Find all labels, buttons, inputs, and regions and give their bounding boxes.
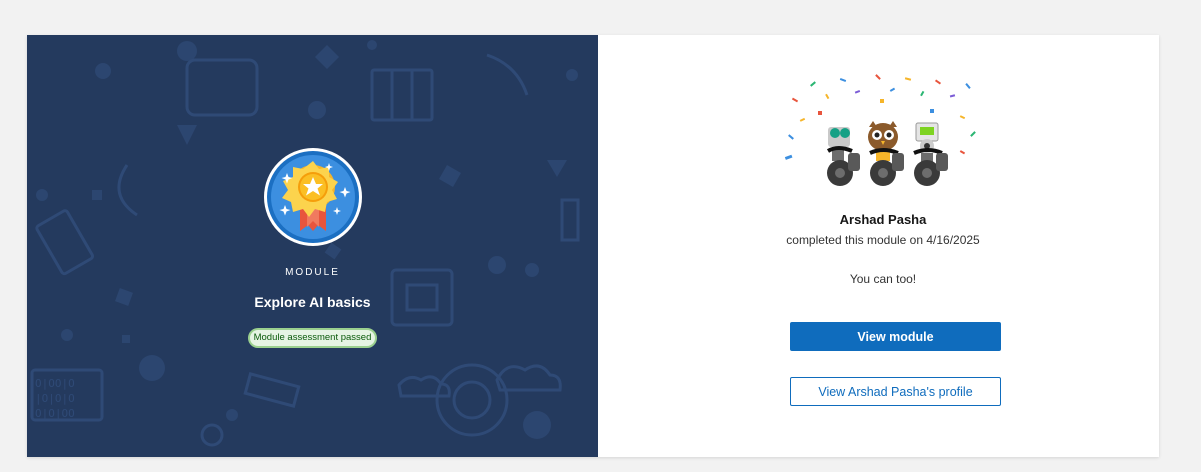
achievement-card: O|OO|O |O|O|O O|O|OO MODULE Explore AI b… bbox=[27, 35, 1159, 457]
learner-name: Arshad Pasha bbox=[839, 212, 927, 227]
svg-text:O|OO|O: O|OO|O bbox=[35, 377, 75, 390]
svg-text:O|O|OO: O|O|OO bbox=[35, 407, 75, 420]
module-title: Explore AI basics bbox=[254, 294, 371, 310]
module-badge-icon bbox=[263, 147, 363, 247]
mascots-celebration-icon bbox=[784, 74, 976, 186]
completion-date-text: completed this module on 4/16/2025 bbox=[786, 233, 980, 247]
svg-text:|O|O|O: |O|O|O bbox=[35, 392, 75, 405]
assessment-status-badge: Module assessment passed bbox=[247, 328, 378, 348]
encouragement-text: You can too! bbox=[849, 272, 917, 286]
view-profile-button[interactable]: View Arshad Pasha's profile bbox=[790, 377, 1001, 406]
module-type-label: MODULE bbox=[285, 267, 340, 278]
module-badge-panel: O|OO|O |O|O|O O|O|OO MODULE Explore AI b… bbox=[27, 35, 598, 457]
completion-panel: Arshad Pasha completed this module on 4/… bbox=[598, 35, 1159, 457]
view-module-button[interactable]: View module bbox=[790, 322, 1001, 351]
